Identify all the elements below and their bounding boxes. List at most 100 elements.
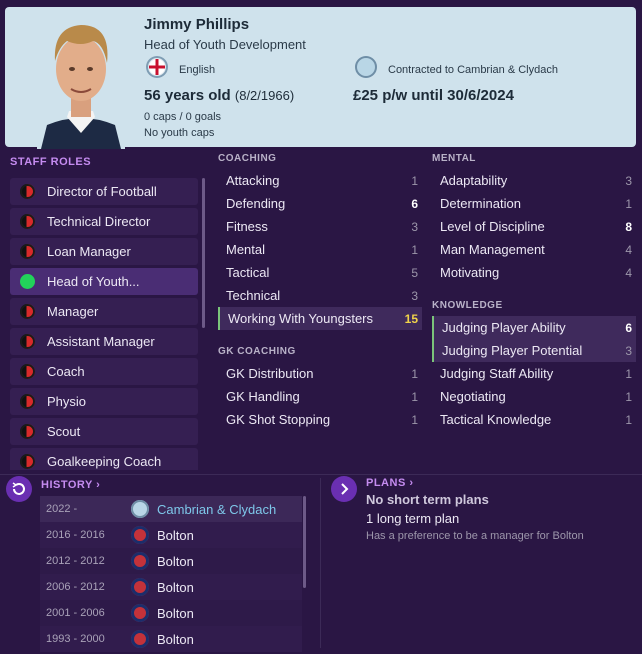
coaching-list: Attacking 1 Defending 6 Fitness 3 Mental 1 T… [218,169,422,330]
history-row[interactable]: 2022 - Cambrian & Clydach [40,496,302,522]
attr-tactical[interactable]: Tactical 5 [218,261,422,284]
history-row[interactable]: 2016 - 2016 Bolton [40,522,302,548]
knowledge-list: Judging Player Ability 6 Judging Player P… [432,316,636,431]
history-club[interactable]: Bolton [157,632,194,647]
history-years: 2012 - 2012 [46,555,105,567]
attr-value: 4 [625,242,632,257]
attr-man-management[interactable]: Man Management 4 [432,238,636,261]
history-club[interactable]: Bolton [157,554,194,569]
attr-label: Working With Youngsters [228,311,373,326]
history-years: 2016 - 2016 [46,529,105,541]
role-label: Loan Manager [47,244,131,259]
attr-value: 1 [411,412,418,427]
staff-age: 56 years old (8/2/1966) [144,87,294,104]
role-coach[interactable]: Coach [10,358,198,385]
attr-label: Negotiating [440,389,506,404]
england-flag-icon [146,56,168,78]
history-club[interactable]: Cambrian & Clydach [157,502,276,517]
attr-fitness[interactable]: Fitness 3 [218,215,422,238]
history-row[interactable]: 1993 - 2000 Bolton [40,626,302,652]
attr-defending[interactable]: Defending 6 [218,192,422,215]
attr-gk-distribution[interactable]: GK Distribution 1 [218,362,422,385]
attr-working-with-youngsters[interactable]: Working With Youngsters 15 [218,307,422,330]
role-goalkeeping-coach[interactable]: Goalkeeping Coach [10,448,198,470]
attr-technical[interactable]: Technical 3 [218,284,422,307]
attr-label: Determination [440,196,521,211]
attr-judging-staff-ability[interactable]: Judging Staff Ability 1 [432,362,636,385]
attr-gk-shot-stopping[interactable]: GK Shot Stopping 1 [218,408,422,431]
club-badge-icon [131,526,149,544]
history-title[interactable]: HISTORY › [41,479,100,491]
attr-level-of-discipline[interactable]: Level of Discipline 8 [432,215,636,238]
youth-caps: No youth caps [144,127,215,139]
attr-label: Technical [226,288,281,303]
contract-wage: £25 p/w until 30/6/2024 [353,87,514,104]
role-indicator-icon [20,184,35,199]
history-row[interactable]: 2012 - 2012 Bolton [40,548,302,574]
attr-value: 3 [411,219,418,234]
attr-label: Tactical Knowledge [440,412,552,427]
attr-value: 4 [625,265,632,280]
role-manager[interactable]: Manager [10,298,198,325]
attr-value: 1 [625,196,632,211]
role-indicator-icon [20,274,35,289]
attr-value: 6 [625,320,632,335]
staff-job-title[interactable]: Head of Youth Development [144,37,306,52]
caps-info: 0 caps / 0 goals No youth caps [144,109,221,141]
attr-value: 3 [411,288,418,303]
history-years: 2006 - 2012 [46,581,105,593]
attr-judging-player-potential[interactable]: Judging Player Potential 3 [432,339,636,362]
role-loan-manager[interactable]: Loan Manager [10,238,198,265]
history-list: 2022 - Cambrian & Clydach 2016 - 2016 Bolt… [40,496,302,652]
attr-negotiating[interactable]: Negotiating 1 [432,385,636,408]
staff-roles-list: Director of Football Technical Director … [10,178,198,470]
role-label: Head of Youth... [47,274,140,289]
contract-club[interactable]: Contracted to Cambrian & Clydach [388,64,558,76]
attr-attacking[interactable]: Attacking 1 [218,169,422,192]
attr-judging-player-ability[interactable]: Judging Player Ability 6 [432,316,636,339]
attr-value: 3 [625,173,632,188]
attr-tactical-knowledge[interactable]: Tactical Knowledge 1 [432,408,636,431]
attr-label: Mental [226,242,266,257]
staff-portrait [37,13,125,149]
history-row[interactable]: 2006 - 2012 Bolton [40,574,302,600]
role-label: Manager [47,304,99,319]
plans-title[interactable]: PLANS › [366,477,414,489]
attr-value: 1 [411,173,418,188]
role-label: Physio [47,394,87,409]
knowledge-title: KNOWLEDGE [432,300,503,311]
mental-list: Adaptability 3 Determination 1 Level of Di… [432,169,636,284]
history-icon[interactable] [6,476,32,502]
attr-gk-handling[interactable]: GK Handling 1 [218,385,422,408]
history-club[interactable]: Bolton [157,528,194,543]
plans-title-label: PLANS [366,477,406,489]
role-indicator-icon [20,364,35,379]
role-physio[interactable]: Physio [10,388,198,415]
short-term-plans: No short term plans [366,492,489,507]
attr-value: 15 [404,311,418,326]
chevron-right-icon[interactable] [331,476,357,502]
attr-adaptability[interactable]: Adaptability 3 [432,169,636,192]
role-assistant-manager[interactable]: Assistant Manager [10,328,198,355]
attr-value: 1 [625,366,632,381]
role-indicator-icon [20,244,35,259]
role-label: Coach [47,364,85,379]
role-head-of-youth[interactable]: Head of Youth... [10,268,198,295]
history-row[interactable]: 2001 - 2006 Bolton [40,600,302,626]
nationality[interactable]: English [179,64,215,76]
role-technical-director[interactable]: Technical Director [10,208,198,235]
role-scout[interactable]: Scout [10,418,198,445]
attr-mental[interactable]: Mental 1 [218,238,422,261]
roles-scrollbar[interactable] [202,178,205,328]
attr-motivating[interactable]: Motivating 4 [432,261,636,284]
history-scrollbar[interactable] [303,496,306,588]
club-badge-icon [355,56,377,78]
history-title-label: HISTORY [41,479,93,491]
attr-determination[interactable]: Determination 1 [432,192,636,215]
long-term-plans[interactable]: 1 long term plan [366,511,459,526]
history-club[interactable]: Bolton [157,580,194,595]
history-club[interactable]: Bolton [157,606,194,621]
attr-label: Adaptability [440,173,508,188]
attr-label: GK Handling [226,389,300,404]
role-director-of-football[interactable]: Director of Football [10,178,198,205]
